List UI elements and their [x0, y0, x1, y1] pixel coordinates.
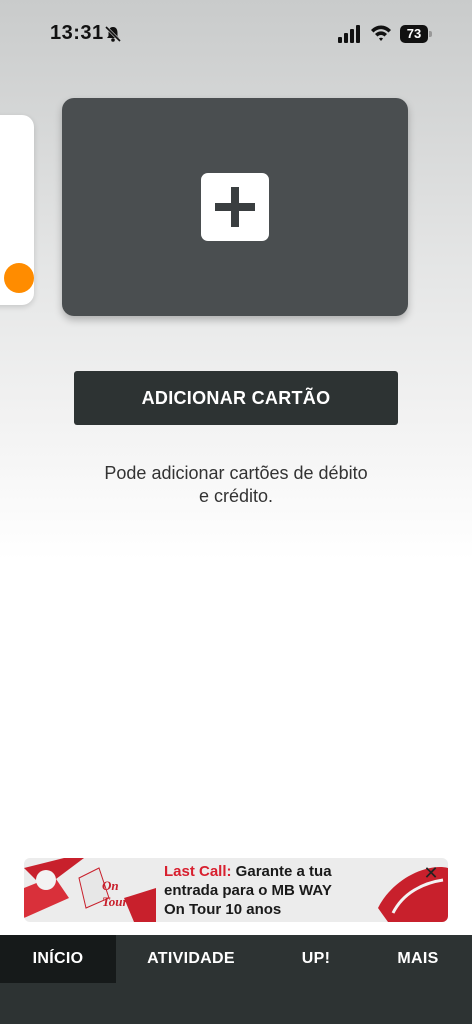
hint-line-2: e crédito. — [198, 486, 274, 506]
banner-text-3: On Tour 10 anos — [164, 901, 282, 918]
banner-close-icon[interactable]: ✕ — [422, 864, 440, 882]
banner-text-2: entrada para o MB WAY — [164, 882, 332, 899]
banner-text-1: Garante a tua — [231, 863, 332, 880]
tab-mais[interactable]: MAIS — [376, 935, 460, 983]
add-card-hint: Pode adicionar cartões de débito e crédi… — [70, 462, 402, 508]
banner-accent: Last Call: — [164, 863, 232, 880]
battery-percentage: 73 — [406, 26, 422, 41]
add-card-button[interactable]: ADICIONAR CARTÃO — [74, 371, 398, 425]
card-brand-dot — [4, 263, 34, 293]
previous-card[interactable] — [0, 115, 34, 305]
status-bar: 13:31 73 — [0, 0, 472, 70]
svg-text:Tour: Tour — [102, 894, 128, 909]
banner-wristband-art: On Tour — [24, 858, 156, 922]
bottom-nav: INÍCIO ATIVIDADE UP! MAIS — [0, 935, 472, 1024]
add-card-tile[interactable] — [62, 98, 408, 316]
svg-text:On: On — [102, 878, 119, 893]
cellular-signal-icon — [338, 25, 360, 43]
status-time: 13:31 — [50, 22, 104, 44]
plus-icon — [201, 173, 269, 241]
banner-text: Last Call: Garante a tua entrada para o … — [164, 862, 374, 919]
tab-up[interactable]: UP! — [276, 935, 356, 983]
bell-muted-icon — [104, 25, 122, 43]
tab-atividade[interactable]: ATIVIDADE — [124, 935, 258, 983]
promo-banner[interactable]: On Tour Last Call: Garante a tua entrada… — [24, 858, 448, 922]
hint-line-1: Pode adicionar cartões de débito — [104, 463, 368, 483]
battery-icon: 73 — [400, 25, 432, 43]
wifi-icon — [371, 25, 391, 41]
tab-inicio[interactable]: INÍCIO — [0, 935, 116, 983]
